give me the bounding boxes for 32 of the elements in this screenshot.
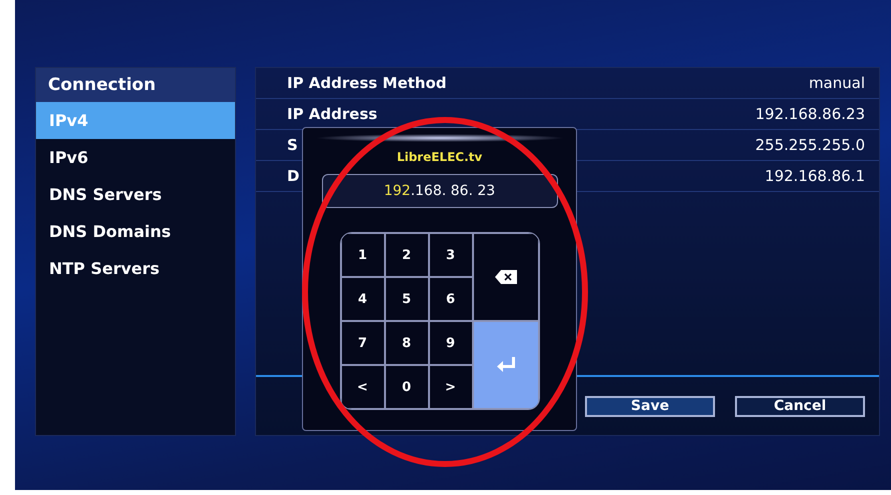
keypad-key[interactable]: 4 [340, 277, 384, 321]
keypad-key[interactable]: 3 [428, 233, 472, 277]
sidebar-title: Connection [36, 68, 235, 102]
setting-label: S [287, 136, 298, 154]
keypad-key[interactable]: 0 [384, 365, 428, 409]
keypad-key[interactable]: 8 [384, 321, 428, 365]
keypad-key[interactable]: 1 [340, 233, 384, 277]
setting-label: IP Address [287, 105, 378, 123]
setting-label: D [287, 167, 300, 185]
setting-value: 192.168.86.23 [755, 105, 865, 123]
keypad-key[interactable]: 5 [384, 277, 428, 321]
backspace-icon [494, 270, 516, 284]
setting-value: manual [808, 74, 865, 92]
dialog-button[interactable]: Save [585, 396, 715, 416]
sidebar-item[interactable]: DNS Servers [36, 176, 235, 213]
setting-label: IP Address Method [287, 74, 447, 92]
keypad-key[interactable]: 2 [384, 233, 428, 277]
setting-value: 192.168.86.1 [764, 167, 865, 185]
ip-input-field[interactable]: 192.168. 86. 23 [322, 174, 558, 208]
keypad-key[interactable]: < [340, 365, 384, 409]
setting-value: 255.255.255.0 [755, 136, 865, 154]
sidebar-item[interactable]: IPv6 [36, 139, 235, 176]
backspace-button[interactable] [472, 233, 538, 321]
sidebar-item[interactable]: NTP Servers [36, 250, 235, 287]
keypad-key[interactable]: 9 [428, 321, 472, 365]
keypad-key[interactable]: > [428, 365, 472, 409]
sidebar-item[interactable]: DNS Domains [36, 213, 235, 250]
dialog-button[interactable]: Cancel [735, 396, 865, 416]
keypad-key[interactable]: 6 [428, 277, 472, 321]
keypad-key[interactable]: 7 [340, 321, 384, 365]
enter-icon [496, 357, 516, 373]
dialog-title: LibreELEC.tv [396, 150, 482, 164]
